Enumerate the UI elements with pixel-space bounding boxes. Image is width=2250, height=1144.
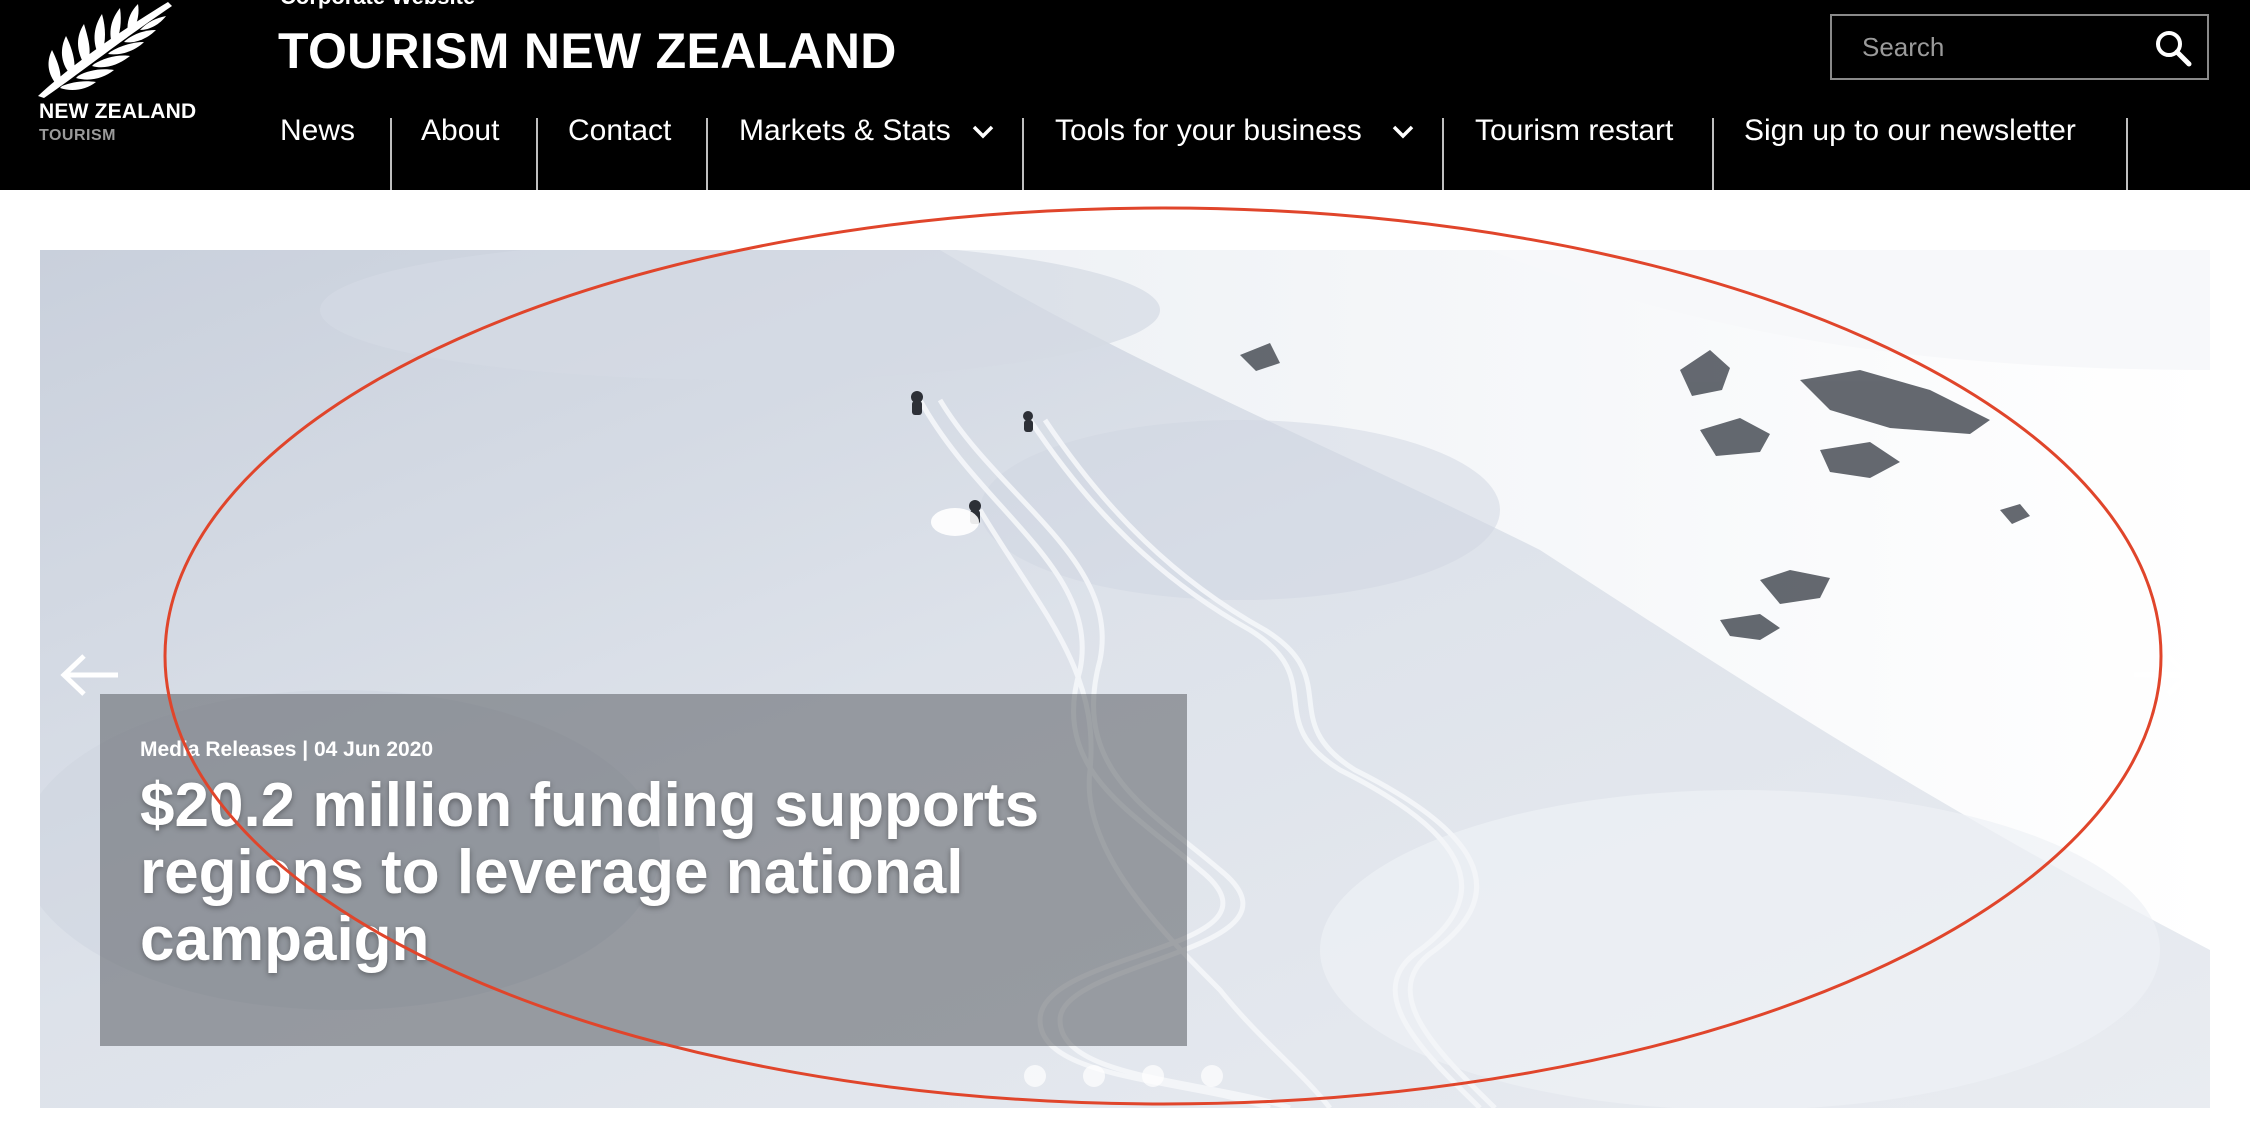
- carousel-dot-4[interactable]: [1201, 1065, 1223, 1087]
- nav-item-label: Tourism restart: [1475, 114, 1674, 147]
- nav-divider: [706, 118, 708, 190]
- nav-item-label: News: [280, 114, 356, 147]
- slide-caption-title[interactable]: $20.2 million funding supports regions t…: [140, 772, 1140, 973]
- nav-divider: [1712, 118, 1714, 190]
- search-button[interactable]: [2153, 28, 2193, 68]
- arrow-right-icon: [2134, 654, 2192, 696]
- slide-caption-meta: Media Releases | 04 Jun 2020: [140, 738, 434, 761]
- carousel-next-button[interactable]: [2130, 652, 2194, 698]
- nav-item-label: Tools for your business: [1055, 114, 1362, 147]
- silver-fern-icon: [38, 2, 172, 98]
- nav-divider: [1442, 118, 1444, 190]
- nav-item-label: Contact: [568, 114, 672, 147]
- logo-text-new-zealand: NEW ZEALAND: [39, 100, 197, 123]
- chevron-down-icon: [972, 125, 994, 139]
- nz-tourism-logo[interactable]: NEW ZEALAND TOURISM: [36, 0, 206, 150]
- carousel-dot-3[interactable]: [1142, 1065, 1164, 1087]
- nav-divider: [1022, 118, 1024, 190]
- nav-item-label: Sign up to our newsletter: [1744, 114, 2076, 147]
- carousel-dot-1[interactable]: [1024, 1065, 1046, 1087]
- logo-text-tourism: TOURISM: [39, 127, 116, 144]
- hero-carousel[interactable]: Media Releases | 04 Jun 2020 $20.2 milli…: [40, 250, 2210, 1108]
- search-box: [1830, 14, 2209, 80]
- site-header: NEW ZEALAND TOURISM Corporate Website TO…: [0, 0, 2250, 190]
- arrow-left-icon: [60, 654, 118, 696]
- carousel-prev-button[interactable]: [58, 652, 122, 698]
- carousel-dot-2[interactable]: [1083, 1065, 1105, 1087]
- nav-divider: [390, 118, 392, 190]
- search-icon: [2156, 31, 2192, 67]
- nav-divider: [536, 118, 538, 190]
- nav-item-label: About: [421, 114, 500, 147]
- chevron-down-icon: [1392, 125, 1414, 139]
- nav-item-label: Markets & Stats: [739, 114, 951, 147]
- corporate-website-label: Corporate Website: [280, 0, 475, 10]
- nav-divider: [2126, 118, 2128, 190]
- slide-caption[interactable]: Media Releases | 04 Jun 2020 $20.2 milli…: [100, 694, 1187, 1046]
- search-input[interactable]: [1832, 16, 2132, 78]
- site-title[interactable]: TOURISM NEW ZEALAND: [278, 22, 897, 80]
